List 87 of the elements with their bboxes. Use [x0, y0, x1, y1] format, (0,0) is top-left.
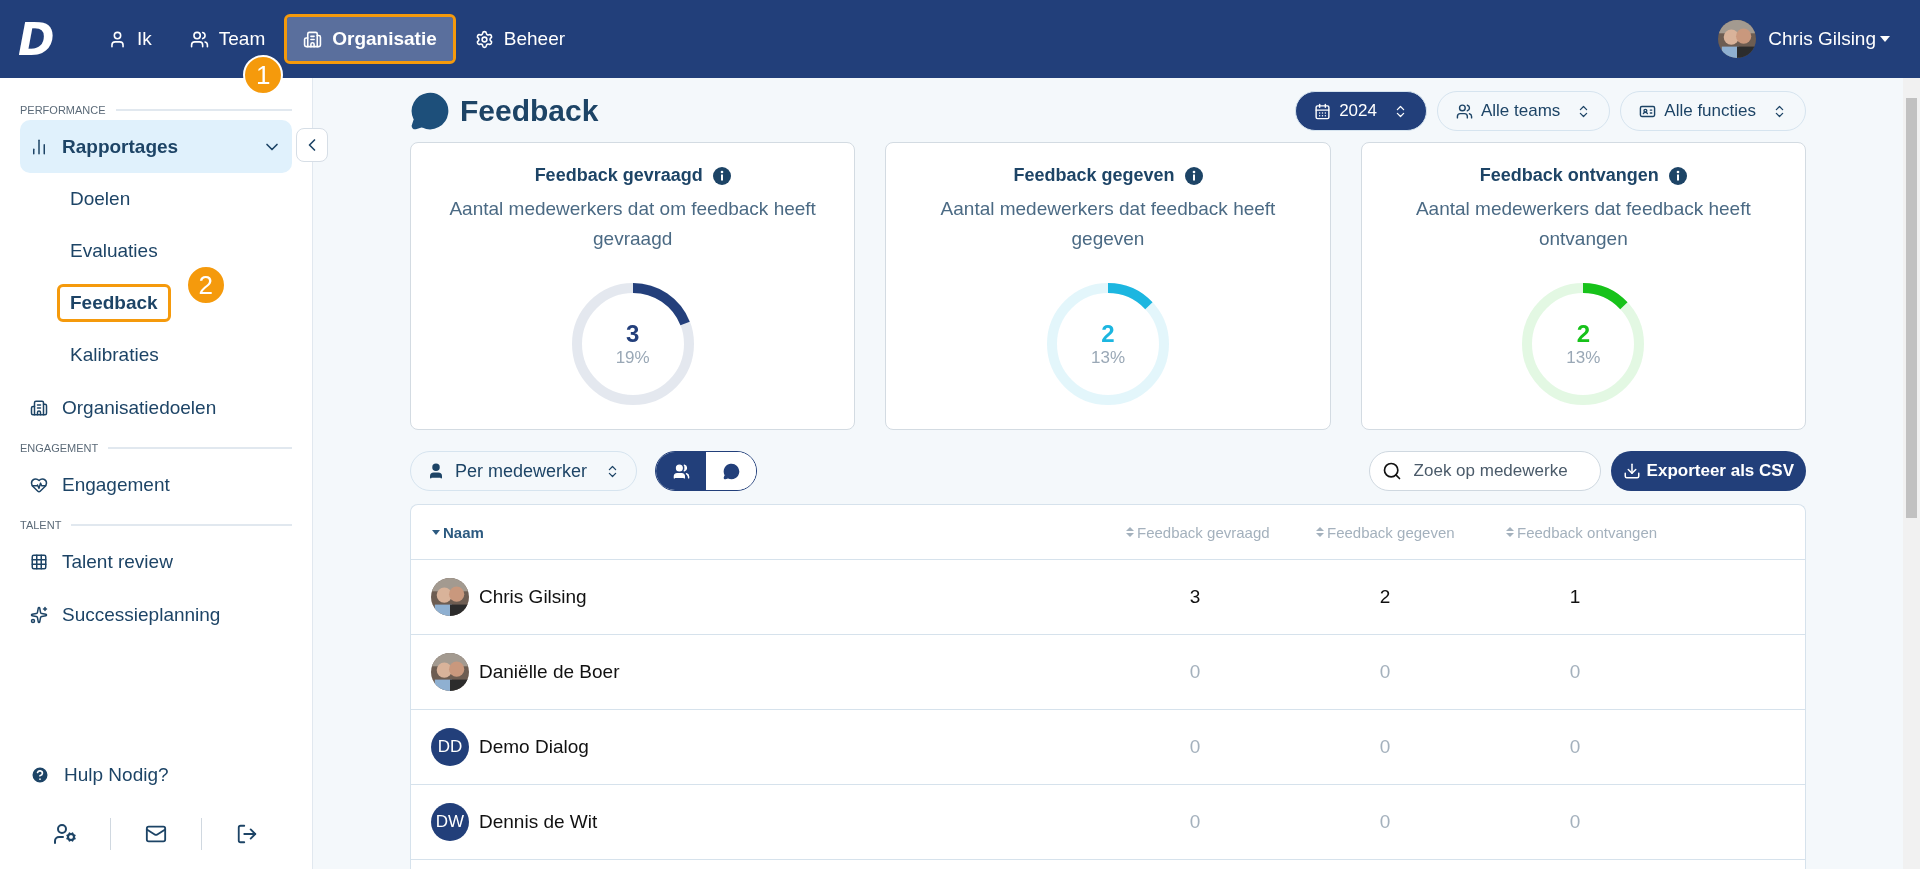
employee-name: Demo Dialog [479, 736, 589, 758]
table-cell-text: 0 [1378, 661, 1392, 683]
nav-tab[interactable]: Ik [92, 17, 168, 61]
grouping-dropdown[interactable]: Per medewerker [410, 451, 638, 491]
info-icon [712, 166, 731, 185]
chat-view-button[interactable] [706, 452, 757, 490]
sidebar-subitem[interactable]: Kalibraties [60, 339, 169, 371]
sidebar-subitem[interactable]: Doelen [60, 183, 141, 215]
employee-name: Chris Gilsing [479, 586, 587, 608]
export-button[interactable]: Exporteer als CSV [1610, 451, 1806, 491]
nav-tab[interactable]: Organisatie [287, 17, 453, 61]
table-cell-text: 3 [1188, 586, 1202, 608]
info-icon [1668, 166, 1687, 185]
card-title: Feedback gegeven [1013, 165, 1175, 186]
avatar: DD [431, 728, 469, 766]
sidebar-subitem[interactable]: Feedback [60, 287, 168, 319]
nav-tab[interactable]: Beheer [458, 17, 582, 61]
info-icon [1184, 166, 1203, 185]
stat-percent: 13% [1566, 348, 1601, 368]
table-cell-text: 1 [1568, 586, 1582, 608]
table-cell-text: 0 [1568, 736, 1582, 758]
column-header[interactable]: Naam [431, 523, 1125, 541]
callout-badge: 1 [243, 55, 284, 95]
settings-icon [474, 29, 494, 49]
caret-icon[interactable] [1880, 36, 1890, 42]
table-cell-text: 0 [1378, 811, 1392, 833]
users-icon [1455, 102, 1473, 120]
users-icon [672, 462, 690, 480]
sort-desc-icon [431, 528, 441, 536]
callout-badge: 2 [185, 265, 226, 305]
help-icon [30, 764, 50, 785]
stat-value: 3 [625, 320, 640, 348]
building-icon [303, 29, 323, 49]
sidebar-item[interactable]: Talent review [20, 535, 292, 588]
sparkles-icon [30, 605, 48, 624]
calendar-icon [1314, 102, 1332, 120]
table-cell-text: 0 [1188, 661, 1202, 683]
card-title: Feedback gevraagd [534, 165, 703, 186]
card-description: Aantal medewerkers dat feedback heeft gegeven [939, 197, 1277, 251]
users-view-button[interactable] [656, 452, 707, 490]
bar-chart-icon [30, 137, 48, 156]
employee-name: Dennis de Wit [479, 811, 598, 833]
filter-dropdown[interactable]: 2024 [1295, 91, 1427, 131]
page-title: Feedback [460, 94, 599, 128]
section-label: PERFORMANCE [20, 104, 106, 116]
search-icon [1381, 461, 1402, 481]
table-cell-text: 0 [1378, 736, 1392, 758]
section-label: TALENT [20, 519, 62, 531]
sidebar-item[interactable]: Engagement [20, 458, 292, 511]
card-description: Aantal medewerkers dat feedback heeft ontvangen [1414, 197, 1752, 251]
sort-icon [1505, 526, 1515, 538]
stat-percent: 13% [1090, 348, 1125, 368]
card-description: Aantal medewerkers dat om feedback heeft gevraagd [448, 197, 817, 251]
filter-dropdown[interactable]: Alle functies [1620, 91, 1806, 131]
scrollbar[interactable] [1903, 78, 1920, 869]
sidebar-subitem[interactable]: Evaluaties [60, 235, 168, 267]
sort-icon [1315, 526, 1325, 538]
sort-icon [1125, 526, 1135, 538]
table-cell-text: 0 [1568, 661, 1582, 683]
user-icon [108, 29, 127, 49]
table-cell-text: 2 [1378, 586, 1392, 608]
section-label: ENGAGEMENT [20, 442, 99, 454]
stat-value: 2 [1101, 320, 1115, 348]
table-cell-text: 0 [1188, 736, 1202, 758]
card-title: Feedback ontvangen [1479, 165, 1659, 186]
help-link[interactable]: Hulp Nodig? [20, 748, 292, 801]
user-name[interactable]: Chris Gilsing [1768, 28, 1876, 50]
logo[interactable]: D [18, 13, 78, 65]
grid-icon [30, 552, 48, 571]
chat-icon [722, 462, 740, 480]
building-icon [30, 398, 48, 417]
users-icon [189, 29, 209, 49]
stat-percent: 19% [615, 348, 650, 368]
employee-name: Daniëlle de Boer [479, 661, 620, 683]
avatar: DW [431, 803, 469, 841]
table-cell-text: 0 [1568, 811, 1582, 833]
heart-pulse-icon [30, 475, 48, 494]
stat-value: 2 [1576, 320, 1590, 348]
sidebar-item[interactable]: Organisatiedoelen [20, 381, 292, 434]
table-cell-text: 0 [1188, 811, 1202, 833]
chat-icon [410, 91, 450, 131]
download-icon [1622, 462, 1641, 480]
sidebar-item[interactable]: Rapportages [20, 120, 292, 173]
search-field[interactable]: Zoek op medewerke [1368, 451, 1601, 491]
filter-dropdown[interactable]: Alle teams [1436, 91, 1611, 131]
sidebar-item[interactable]: Successieplanning [20, 588, 292, 641]
user-icon [427, 462, 445, 480]
